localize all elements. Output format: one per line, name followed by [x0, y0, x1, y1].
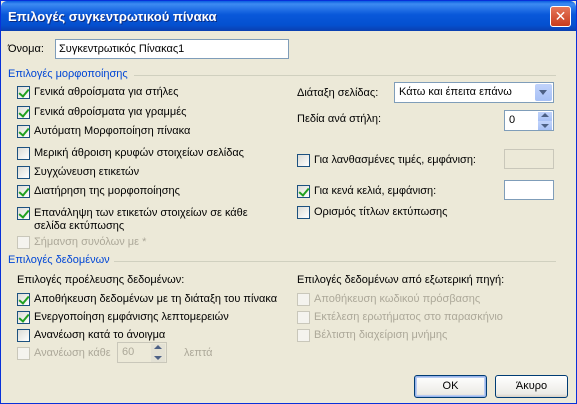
checkbox-mark-totals[interactable]	[17, 236, 30, 249]
label-subtotal-hidden: Μερική άθροιση κρυφών στοιχείων σελίδας	[34, 147, 244, 159]
page-layout-label: Διάταξη σελίδας:	[297, 87, 379, 99]
label-autoformat: Αυτόματη Μορφοποίηση πίνακα	[34, 125, 191, 137]
label-preserve-formatting: Διατήρηση της μορφοποίησης	[34, 185, 180, 197]
label-repeat-labels-line1: Επανάληψη των ετικετών στοιχείων σε κάθε	[34, 207, 248, 219]
cancel-button[interactable]: Άκυρο	[495, 375, 568, 398]
checkbox-subtotal-hidden[interactable]	[17, 147, 30, 160]
label-print-titles: Ορισμός τίτλων εκτύπωσης	[314, 206, 448, 218]
label-merge-labels: Συγχώνευση ετικετών	[34, 166, 140, 178]
ok-button[interactable]: OK	[414, 375, 487, 398]
chevron-down-icon[interactable]	[535, 84, 552, 101]
spin-down-icon[interactable]	[151, 353, 165, 362]
label-mark-totals: Σήμανση συνόλων με *	[34, 236, 147, 248]
checkbox-empty-cells[interactable]	[297, 185, 310, 198]
window-title: Επιλογές συγκεντρωτικού πίνακα	[8, 9, 217, 24]
spin-down-icon[interactable]	[538, 121, 552, 130]
label-grand-totals-columns: Γενικά αθροίσματα για στήλες	[34, 86, 179, 98]
fields-per-column-stepper[interactable]: 0	[504, 110, 554, 131]
label-empty-cells: Για κενά κελιά, εμφάνιση:	[314, 185, 437, 197]
checkbox-print-titles[interactable]	[297, 206, 310, 219]
data-section-divider	[114, 261, 556, 262]
refresh-minutes-stepper[interactable]: 60	[117, 342, 167, 363]
label-error-values: Για λανθασμένες τιμές, εμφάνιση:	[314, 154, 476, 166]
name-input[interactable]: Συγκεντρωτικός Πίνακας1	[55, 39, 289, 59]
page-layout-select[interactable]: Κάτω και έπειτα επάνω	[394, 82, 554, 103]
label-refresh-on-open: Ανανέωση κατά το άνοιγμα	[34, 329, 166, 341]
checkbox-optimize-memory[interactable]	[297, 329, 310, 342]
checkbox-save-password[interactable]	[297, 293, 310, 306]
source-options-title: Επιλογές προέλευσης δεδομένων:	[17, 274, 185, 286]
error-values-input[interactable]	[504, 149, 554, 169]
checkbox-preserve-formatting[interactable]	[17, 185, 30, 198]
checkbox-merge-labels[interactable]	[17, 166, 30, 179]
label-optimize-memory: Βέλτιστη διαχείριση μνήμης	[314, 329, 448, 341]
format-section-title: Επιλογές μορφοποίησης	[8, 68, 128, 80]
label-refresh-every: Ανανέωση κάθε	[34, 347, 111, 359]
checkbox-enable-drilldown[interactable]	[17, 311, 30, 324]
checkbox-error-values[interactable]	[297, 154, 310, 167]
checkbox-repeat-labels[interactable]	[17, 207, 30, 220]
name-label: Όνομα:	[8, 43, 44, 55]
title-bar[interactable]: Επιλογές συγκεντρωτικού πίνακα ✕	[1, 1, 576, 31]
close-icon[interactable]: ✕	[550, 6, 571, 27]
external-options-title: Επιλογές δεδομένων από εξωτερική πηγή:	[297, 274, 505, 286]
name-label-text: Όνομα:	[8, 43, 44, 55]
dialog-window: Επιλογές συγκεντρωτικού πίνακα ✕ Όνομα: …	[0, 0, 577, 404]
checkbox-refresh-every[interactable]	[17, 347, 30, 360]
format-section-divider	[134, 75, 556, 76]
label-grand-totals-rows: Γενικά αθροίσματα για γραμμές	[34, 106, 187, 118]
label-repeat-labels-line2: σελίδα εκτύπωσης	[34, 220, 125, 232]
empty-cells-input[interactable]	[504, 180, 554, 200]
label-save-data: Αποθήκευση δεδομένων με τη διάταξη του π…	[34, 293, 278, 305]
checkbox-grand-totals-rows[interactable]	[17, 106, 30, 119]
fields-per-column-value: 0	[509, 114, 516, 126]
data-section-title: Επιλογές δεδομένων	[8, 254, 110, 266]
label-background-query: Εκτέλεση ερωτήματος στο παρασκήνιο	[314, 311, 503, 323]
spin-up-icon[interactable]	[538, 112, 552, 121]
checkbox-autoformat[interactable]	[17, 125, 30, 138]
spin-up-icon[interactable]	[151, 344, 165, 353]
page-layout-value: Κάτω και έπειτα επάνω	[399, 86, 512, 98]
label-enable-drilldown: Ενεργοποίηση εμφάνισης λεπτομερειών	[34, 311, 229, 323]
refresh-minutes-value: 60	[122, 346, 135, 358]
checkbox-grand-totals-columns[interactable]	[17, 86, 30, 99]
fields-per-column-label: Πεδία ανά στήλη:	[297, 113, 382, 125]
checkbox-background-query[interactable]	[297, 311, 310, 324]
checkbox-refresh-on-open[interactable]	[17, 329, 30, 342]
checkbox-save-data[interactable]	[17, 293, 30, 306]
label-save-password: Αποθήκευση κωδικού πρόσβασης	[314, 293, 481, 305]
refresh-unit-label: λεπτά	[184, 347, 213, 359]
